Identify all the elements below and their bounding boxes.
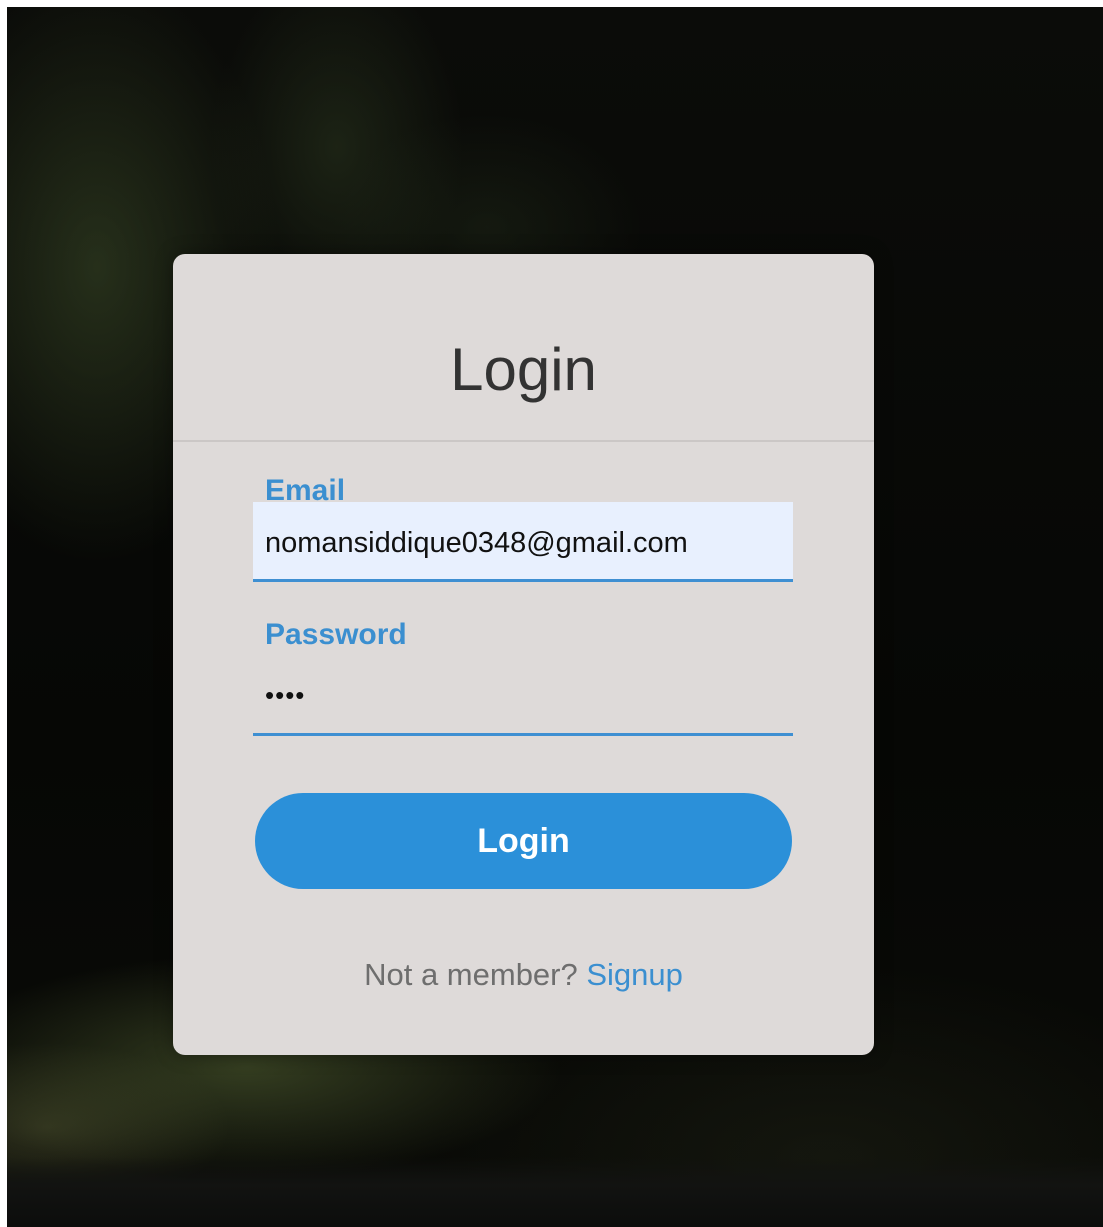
login-button[interactable]: Login: [255, 793, 792, 889]
signup-prompt-row: Not a member? Signup: [173, 956, 874, 994]
login-title: Login: [450, 336, 597, 403]
password-label: Password: [265, 618, 407, 651]
signup-prompt-text: Not a member?: [364, 957, 587, 992]
email-input[interactable]: [253, 502, 793, 582]
login-card: Login Email Password Login Not a member?…: [173, 254, 874, 1055]
title-divider: [173, 440, 874, 442]
background-road: [7, 1157, 1103, 1227]
password-input[interactable]: [253, 657, 793, 736]
page-background: Login Email Password Login Not a member?…: [7, 7, 1103, 1227]
signup-link[interactable]: Signup: [586, 957, 683, 992]
